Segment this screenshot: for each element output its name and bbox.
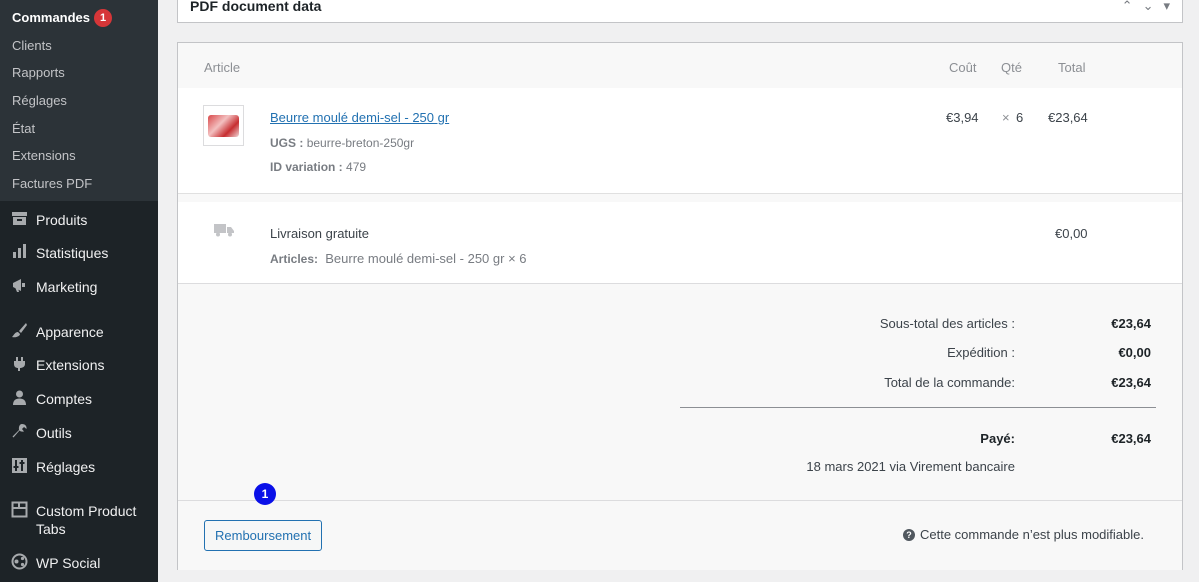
line-item-row: Beurre moulé demi-sel - 250 gr UGS : beu…: [178, 88, 1182, 194]
shipping-articles: Articles: Beurre moulé demi-sel - 250 gr…: [270, 251, 527, 266]
shipping-label: Expédition :: [947, 345, 1015, 360]
menu-item-statistiques[interactable]: Statistiques: [0, 243, 158, 262]
menu-item-marketing[interactable]: Marketing: [0, 277, 158, 296]
order-locked-note: ? Cette commande n’est plus modifiable.: [902, 527, 1144, 542]
shipping-method-name: Livraison gratuite: [270, 226, 369, 241]
items-table-header: Article Coût Qté Total: [178, 43, 1182, 89]
plugin-icon: [0, 355, 36, 372]
megaphone-icon: [0, 277, 36, 294]
header-total: Total: [1058, 60, 1086, 75]
item-qty: 6: [1016, 110, 1024, 125]
qty-times-sign: ×: [1002, 110, 1010, 125]
submenu-item-commandes[interactable]: Commandes 1: [0, 4, 158, 32]
orders-count-badge: 1: [94, 9, 113, 27]
archive-icon: [0, 210, 36, 227]
pdf-document-data-box: PDF document data ⌃ ⌄ ▾: [177, 0, 1183, 23]
refund-button[interactable]: Remboursement: [204, 520, 323, 551]
menu-item-apparence[interactable]: Apparence: [0, 322, 158, 341]
annotation-marker: 1: [254, 483, 276, 505]
share-icon: [0, 553, 36, 570]
tabs-icon: [0, 501, 36, 518]
product-variation-id: ID variation : 479: [270, 160, 367, 174]
bar-chart-icon: [0, 243, 36, 260]
totals-divider: [680, 407, 1156, 408]
woocommerce-submenu: Commandes 1 Clients Rapports Réglages Éta…: [0, 0, 158, 201]
submenu-item-reglages[interactable]: Réglages: [0, 87, 158, 115]
shipping-value: €0,00: [1118, 345, 1151, 360]
toggle-panel-icon[interactable]: ▾: [1163, 0, 1170, 14]
item-cost: €3,94: [946, 110, 979, 125]
order-actions-bar: Remboursement ? Cette commande n’est plu…: [178, 500, 1182, 570]
menu-item-outils[interactable]: Outils: [0, 423, 158, 442]
header-article: Article: [204, 60, 241, 75]
box-controls: ⌃ ⌄ ▾: [1122, 0, 1170, 14]
menu-item-comptes[interactable]: Comptes: [0, 389, 158, 408]
move-down-icon[interactable]: ⌄: [1143, 0, 1154, 14]
submenu-item-rapports[interactable]: Rapports: [0, 59, 158, 87]
menu-item-produits[interactable]: Produits: [0, 210, 158, 229]
submenu-item-factures-pdf[interactable]: Factures PDF: [0, 170, 158, 198]
butter-package-image: [208, 114, 239, 137]
menu-item-extensions[interactable]: Extensions: [0, 355, 158, 374]
order-total-label: Total de la commande:: [884, 375, 1015, 390]
truck-icon: [214, 223, 234, 237]
item-total: €23,64: [1048, 110, 1088, 125]
submenu-item-clients[interactable]: Clients: [0, 32, 158, 60]
menu-item-wp-social[interactable]: WP Social: [0, 553, 158, 572]
header-qty: Qté: [1001, 60, 1022, 75]
product-sku: UGS : beurre-breton-250gr: [270, 136, 415, 150]
payment-note: 18 mars 2021 via Virement bancaire: [806, 459, 1015, 474]
product-link[interactable]: Beurre moulé demi-sel - 250 gr: [270, 110, 449, 125]
subtotal-value: €23,64: [1111, 316, 1151, 331]
paid-value: €23,64: [1111, 431, 1151, 446]
menu-item-custom-product-tabs[interactable]: Custom Product Tabs: [0, 501, 158, 538]
submenu-item-extensions[interactable]: Extensions: [0, 142, 158, 170]
wrench-icon: [0, 423, 36, 440]
header-cost: Coût: [949, 60, 977, 75]
product-thumbnail[interactable]: [203, 105, 244, 146]
admin-sidebar: Commandes 1 Clients Rapports Réglages Éta…: [0, 0, 158, 582]
order-total-value: €23,64: [1111, 375, 1151, 390]
shipping-total: €0,00: [1055, 226, 1088, 241]
move-up-icon[interactable]: ⌃: [1122, 0, 1133, 14]
submenu-item-etat[interactable]: État: [0, 115, 158, 143]
settings-icon: [0, 457, 36, 474]
box-title: PDF document data: [190, 0, 322, 14]
paintbrush-icon: [0, 322, 36, 339]
help-icon[interactable]: ?: [902, 528, 915, 541]
paid-label: Payé:: [980, 431, 1015, 446]
subtotal-label: Sous-total des articles :: [879, 316, 1015, 331]
menu-item-reglages[interactable]: Réglages: [0, 457, 158, 476]
user-icon: [0, 389, 36, 406]
order-items-box: Article Coût Qté Total Beurre moulé demi…: [177, 42, 1183, 570]
shipping-row: Livraison gratuite Articles: Beurre moul…: [178, 202, 1182, 284]
